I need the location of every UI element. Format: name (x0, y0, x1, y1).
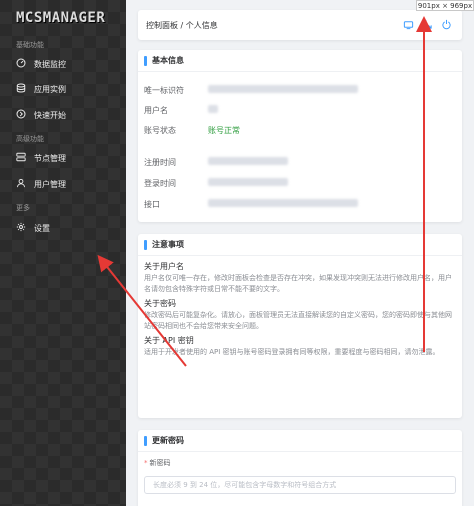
password-card: 更新密码 * 新密码 (138, 430, 462, 506)
breadcrumb: 控制面板 / 个人信息 (146, 21, 218, 30)
sidebar-item-instances[interactable]: 应用实例 (0, 79, 126, 99)
user-icon (16, 178, 28, 190)
dimension-tooltip: 901px × 969px (416, 0, 474, 11)
refresh-icon[interactable] (403, 19, 414, 30)
field-label: 账号状态 (144, 126, 176, 135)
dashboard-icon (16, 58, 28, 70)
sidebar-item-label: 应用实例 (34, 84, 66, 94)
accent-bar (144, 55, 147, 66)
note-heading: 关于密码 (144, 299, 176, 308)
sidebar-item-quickstart[interactable]: 快速开始 (0, 105, 126, 125)
sidebar-item-label: 快速开始 (34, 110, 66, 120)
password-header: 更新密码 (138, 430, 462, 452)
gear-icon (16, 222, 28, 234)
sidebar-item-label: 节点管理 (34, 153, 66, 163)
basic-info-card: 基本信息 唯一标识符 用户名 账号状态 账号正常 注册时间 登录时间 接口 (138, 50, 462, 222)
new-password-label: * 新密码 (144, 459, 171, 467)
field-label: 用户名 (144, 106, 168, 115)
redacted-value (208, 199, 358, 207)
field-value (208, 85, 358, 95)
field-value (208, 178, 288, 188)
database-icon (16, 83, 28, 95)
card-title: 注意事项 (152, 240, 184, 249)
redacted-value (208, 178, 288, 186)
sidebar-item-settings[interactable]: 设置 (0, 218, 126, 238)
sidebar-item-label: 用户管理 (34, 179, 66, 189)
account-status: 账号正常 (208, 126, 240, 135)
field-value (208, 199, 358, 209)
expand-icon[interactable] (422, 19, 433, 30)
basic-info-header: 基本信息 (138, 50, 462, 72)
header-card: 控制面板 / 个人信息 (138, 10, 462, 40)
note-text: 用户名仅可唯一存在，修改时面板会检查是否存在冲突，如果发现冲突则无法进行修改用户… (144, 274, 452, 293)
field-label: 接口 (144, 200, 160, 209)
redacted-value (208, 105, 218, 113)
note-heading: 关于 API 密钥 (144, 336, 194, 345)
sidebar: MCSMANAGER 基础功能 数据监控 应用实例 快速开始 高级功能 节点管理… (0, 0, 126, 506)
rocket-icon (16, 109, 28, 121)
nodes-icon (16, 152, 28, 164)
group-title-more: 更多 (16, 204, 30, 212)
accent-bar (144, 239, 147, 250)
field-label: 登录时间 (144, 179, 176, 188)
new-password-input[interactable] (144, 476, 456, 494)
notes-header: 注意事项 (138, 234, 462, 256)
required-mark: * (144, 459, 148, 467)
sidebar-item-users[interactable]: 用户管理 (0, 174, 126, 194)
notes-card: 注意事项 关于用户名 用户名仅可唯一存在，修改时面板会检查是否存在冲突，如果发现… (138, 234, 462, 418)
main-content: 控制面板 / 个人信息 基本信息 唯一标识符 用户名 账号状态 账号正常 注册时… (126, 0, 474, 506)
card-title: 基本信息 (152, 56, 184, 65)
redacted-value (208, 85, 358, 93)
field-value (208, 157, 288, 167)
accent-bar (144, 435, 147, 446)
note-text: 适用于开发者使用的 API 密钥与账号密码登录拥有同等权限，重要程度与密码相同，… (144, 348, 440, 356)
field-value (208, 105, 218, 115)
card-title: 更新密码 (152, 436, 184, 445)
group-title-basic: 基础功能 (16, 41, 44, 49)
field-label: 唯一标识符 (144, 86, 184, 95)
redacted-value (208, 157, 288, 165)
sidebar-item-label: 数据监控 (34, 59, 66, 69)
field-label: 注册时间 (144, 158, 176, 167)
sidebar-item-nodes[interactable]: 节点管理 (0, 148, 126, 168)
group-title-advanced: 高级功能 (16, 135, 44, 143)
sidebar-item-dashboard[interactable]: 数据监控 (0, 54, 126, 74)
note-text: 修改密码后可能复杂化。请放心，面板管理员无法直接解读您的自定义密码，您的密码即使… (144, 311, 452, 330)
note-heading: 关于用户名 (144, 262, 184, 271)
logout-icon[interactable] (441, 19, 452, 30)
app-logo: MCSMANAGER (16, 10, 106, 26)
sidebar-item-label: 设置 (34, 223, 50, 233)
